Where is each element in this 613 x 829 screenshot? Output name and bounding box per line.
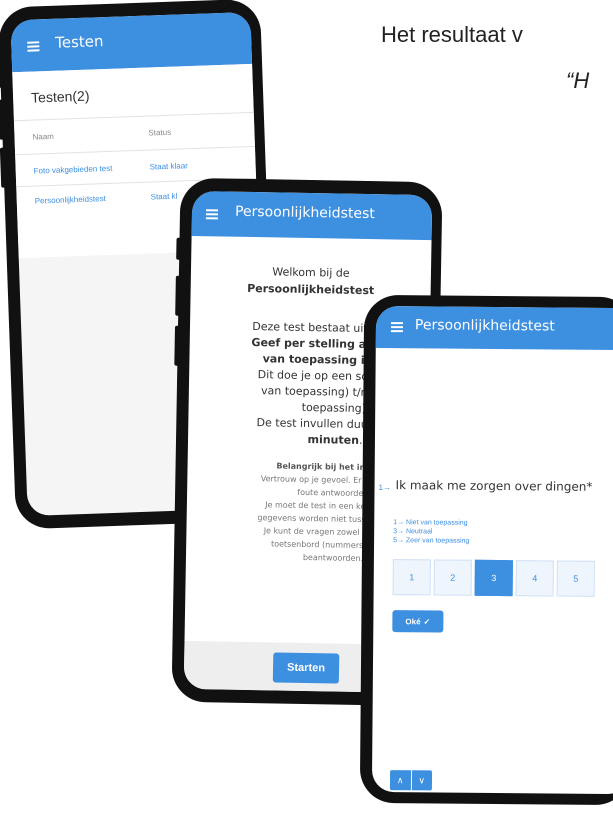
question-text: Ik maak me zorgen over dingen* bbox=[395, 478, 593, 494]
option-button-1[interactable]: 1 bbox=[392, 559, 431, 596]
duration-text: minuten bbox=[307, 433, 360, 447]
ok-button[interactable]: Oké ✓ bbox=[392, 610, 444, 633]
question-number: 1→ bbox=[378, 482, 392, 493]
hamburger-menu-icon[interactable] bbox=[27, 41, 40, 52]
app-bar: Testen bbox=[10, 11, 253, 73]
table-row-name[interactable]: Persoonlijkheidstest bbox=[35, 194, 106, 205]
column-header-status: Status bbox=[148, 127, 172, 138]
caption-quote: “H bbox=[566, 68, 590, 93]
app-bar: Persoonlijkheidstest bbox=[375, 305, 613, 351]
option-button-5[interactable]: 5 bbox=[556, 560, 595, 597]
question-nav: ∧ ∨ bbox=[389, 770, 433, 791]
app-bar-title: Persoonlijkheidstest bbox=[234, 203, 375, 223]
legend-item: 1→ Niet van toepassing bbox=[393, 519, 468, 527]
caption-heading: Het resultaat v bbox=[381, 22, 523, 47]
column-header-name: Naam bbox=[32, 131, 54, 142]
card-title: Testen(2) bbox=[30, 87, 90, 106]
app-bar: Persoonlijkheidstest bbox=[191, 190, 433, 241]
hamburger-menu-icon[interactable] bbox=[390, 322, 403, 333]
phone-question: Persoonlijkheidstest 1→ Ik maak me zorge… bbox=[359, 294, 613, 806]
ok-button-label: Oké bbox=[405, 616, 421, 626]
hamburger-menu-icon[interactable] bbox=[205, 209, 219, 220]
chevron-up-icon[interactable]: ∧ bbox=[390, 770, 411, 790]
table-row-status: Staat kl bbox=[150, 191, 178, 202]
welcome-text: Welkom bij de bbox=[272, 265, 350, 280]
app-bar-title: Persoonlijkheidstest bbox=[414, 317, 555, 335]
question-screen: Persoonlijkheidstest 1→ Ik maak me zorge… bbox=[371, 305, 613, 795]
checkmark-icon: ✓ bbox=[423, 616, 431, 626]
chevron-down-icon[interactable]: ∨ bbox=[410, 770, 433, 791]
legend-item: 5→ Zeer van toepassing bbox=[393, 537, 470, 545]
option-button-2[interactable]: 2 bbox=[433, 559, 472, 596]
app-bar-title: Testen bbox=[54, 32, 104, 52]
table-row-name[interactable]: Foto vakgebieden test bbox=[34, 164, 113, 176]
start-button[interactable]: Starten bbox=[272, 652, 340, 684]
option-button-3[interactable]: 3 bbox=[474, 559, 513, 597]
option-button-4[interactable]: 4 bbox=[515, 560, 554, 597]
legend-item: 3→ Neutraal bbox=[393, 528, 433, 536]
table-row-status: Staat klaar bbox=[149, 161, 189, 172]
